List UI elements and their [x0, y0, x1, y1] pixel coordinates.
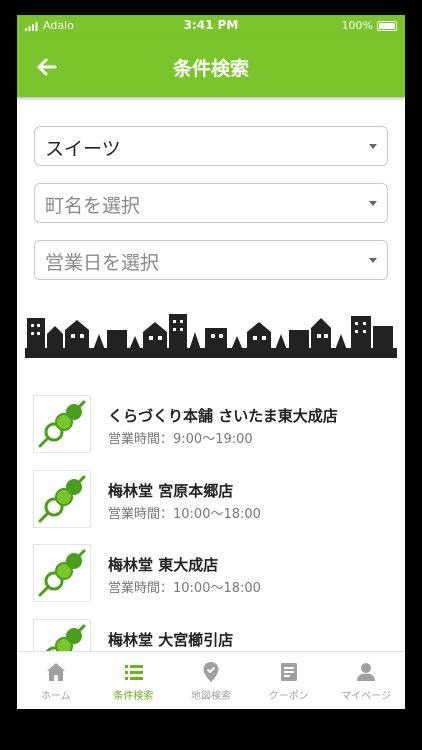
tab-home[interactable]: ホーム [17, 652, 95, 709]
town-select-placeholder: 町名を選択 [45, 195, 141, 217]
shop-name: 梅林堂 東大成店 [108, 556, 219, 574]
tab-label: ホーム [40, 691, 71, 702]
tab-label: マイページ [341, 691, 392, 702]
shop-hours: 営業時間：10:00〜18:00 [108, 581, 261, 596]
app-screen: Adalo 3:41 PM 100% 条件検索 スイーツ 町名を選択 営業日を選… [17, 15, 405, 709]
bottom-tab-bar: ホーム 条件検索 地図検索 クーポン マイページ [17, 651, 405, 709]
page-title: 条件検索 [172, 58, 249, 80]
townscape-illustration [25, 314, 397, 358]
dango-icon [33, 470, 91, 528]
coupon-icon [280, 663, 297, 681]
shop-name: くらづくり本舗 さいたま東大成店 [108, 407, 338, 425]
shop-hours: 営業時間：10:00〜18:00 [108, 507, 261, 522]
chevron-down-icon [369, 144, 377, 149]
dango-icon [33, 395, 91, 453]
shop-name: 梅林堂 宮原本郷店 [108, 482, 234, 500]
chevron-down-icon [369, 258, 377, 263]
town-select[interactable]: 町名を選択 [34, 183, 388, 223]
battery-percent: 100% [341, 19, 373, 32]
tab-map-search[interactable]: 地図検索 [172, 652, 250, 709]
shop-list-item[interactable]: 梅林堂 東大成店 営業時間：10:00〜18:00 [33, 544, 393, 608]
shop-name: 梅林堂 大宮櫛引店 [108, 631, 234, 649]
battery-status: 100% [342, 19, 397, 32]
genre-select[interactable]: スイーツ [34, 126, 388, 166]
tab-label: 条件検索 [113, 691, 154, 702]
tab-label: クーポン [268, 691, 309, 702]
home-icon [47, 663, 65, 681]
tab-coupon[interactable]: クーポン [250, 652, 328, 709]
dango-icon [33, 544, 91, 602]
business-day-select-placeholder: 営業日を選択 [45, 252, 160, 274]
app-header: 条件検索 [17, 37, 405, 97]
tab-label: 地図検索 [190, 691, 231, 702]
shop-list-item[interactable]: 梅林堂 宮原本郷店 営業時間：10:00〜18:00 [33, 470, 393, 534]
chevron-down-icon [369, 201, 377, 206]
tab-my-page[interactable]: マイページ [327, 652, 405, 709]
shop-list-item[interactable]: くらづくり本舗 さいたま東大成店 営業時間：9:00〜19:00 [33, 395, 393, 459]
tab-condition-search[interactable]: 条件検索 [95, 652, 173, 709]
person-icon [357, 663, 376, 681]
list-icon [124, 665, 143, 680]
battery-icon [377, 21, 397, 31]
map-pin-icon [203, 662, 219, 682]
shop-hours: 営業時間：9:00〜19:00 [108, 432, 253, 447]
status-bar: Adalo 3:41 PM 100% [17, 15, 405, 37]
genre-select-value: スイーツ [45, 138, 121, 160]
business-day-select[interactable]: 営業日を選択 [34, 240, 388, 280]
